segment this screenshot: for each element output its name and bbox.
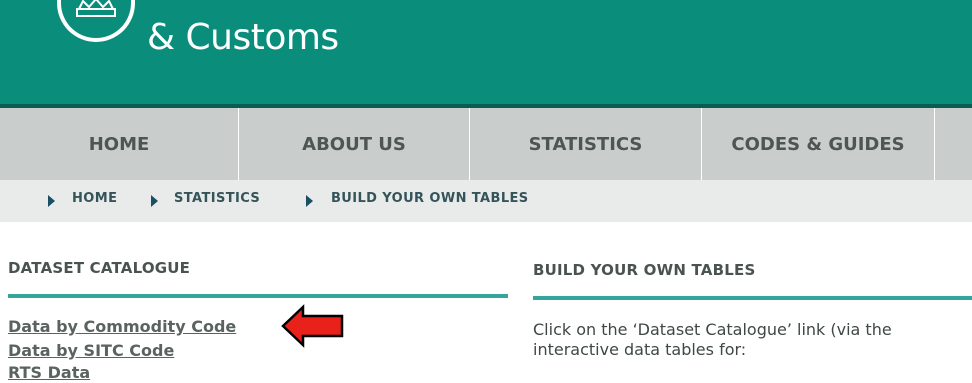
description-line-1: Click on the ‘Dataset Catalogue’ link (v… — [533, 320, 892, 339]
main-nav: HOME ABOUT US STATISTICS CODES & GUIDES — [0, 108, 972, 180]
breadcrumb-statistics[interactable]: STATISTICS — [174, 191, 260, 206]
nav-about-us[interactable]: ABOUT US — [239, 108, 469, 180]
section-rule — [8, 294, 508, 298]
breadcrumb-current: BUILD YOUR OWN TABLES — [331, 191, 529, 206]
breadcrumb-arrow-icon — [48, 195, 55, 207]
breadcrumb-arrow-icon — [306, 195, 313, 207]
nav-statistics[interactable]: STATISTICS — [470, 108, 701, 180]
section-rule — [533, 296, 972, 300]
build-tables-description: Click on the ‘Dataset Catalogue’ link (v… — [533, 320, 892, 360]
nav-divider — [934, 108, 935, 180]
breadcrumb-arrow-icon — [151, 195, 158, 207]
crown-crest-icon — [57, 0, 135, 42]
site-logo-text[interactable]: & Customs — [147, 16, 339, 60]
breadcrumb: HOME STATISTICS BUILD YOUR OWN TABLES — [0, 180, 972, 222]
site-header: & Customs — [0, 0, 972, 108]
nav-home[interactable]: HOME — [0, 108, 238, 180]
red-arrow-pointing-left-icon — [281, 304, 344, 348]
link-rts-data[interactable]: RTS Data — [8, 363, 90, 382]
dataset-catalogue-title: DATASET CATALOGUE — [8, 259, 191, 277]
nav-codes-guides[interactable]: CODES & GUIDES — [702, 108, 934, 180]
build-tables-title: BUILD YOUR OWN TABLES — [533, 261, 756, 279]
link-data-by-sitc-code[interactable]: Data by SITC Code — [8, 341, 174, 360]
breadcrumb-home[interactable]: HOME — [72, 191, 117, 206]
description-line-2: interactive data tables for: — [533, 340, 747, 359]
link-data-by-commodity-code[interactable]: Data by Commodity Code — [8, 317, 236, 336]
